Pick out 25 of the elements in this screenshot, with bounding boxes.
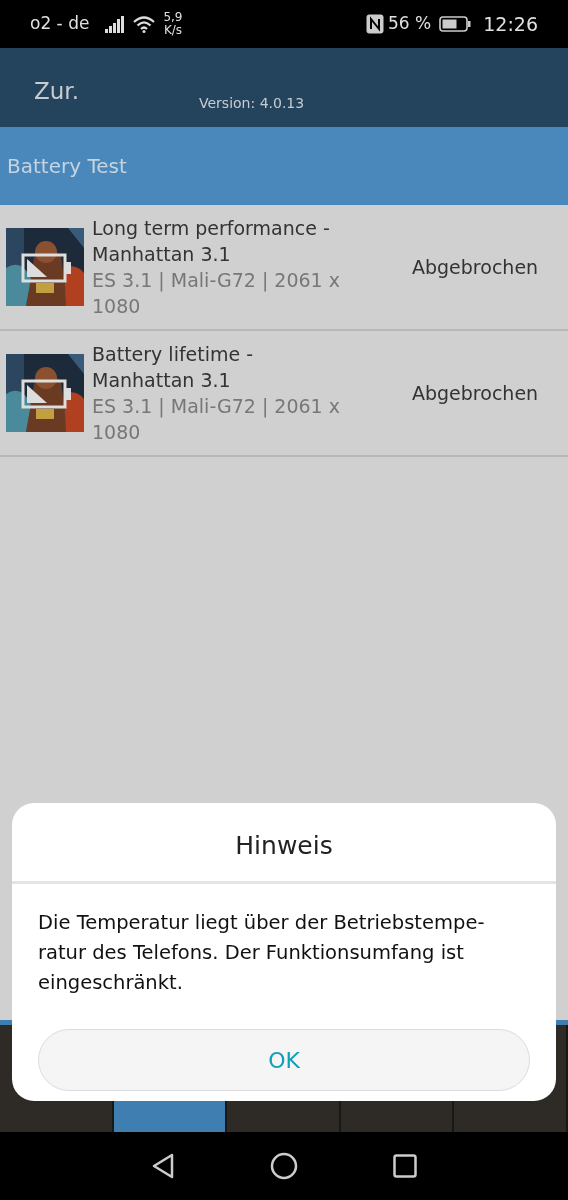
- back-link[interactable]: Zur.: [34, 48, 79, 127]
- test-title: Battery lifetime - Manhattan 3.1: [92, 342, 255, 393]
- wifi-icon: [133, 15, 156, 33]
- recent-apps-icon[interactable]: [393, 1154, 417, 1178]
- version-label: Version: 4.0.13: [199, 94, 305, 113]
- battery-icon: [21, 253, 73, 283]
- home-icon[interactable]: [270, 1152, 298, 1180]
- dialog-message: Die Temperatur liegt über der Betriebstempe-ratur des Telefons. Der Funktionsumfang ist eingeschränkt.: [38, 911, 485, 994]
- dialog-title: Hinweis: [235, 831, 333, 860]
- speed-unit: K/s: [163, 24, 183, 37]
- nfc-icon: [366, 14, 385, 34]
- battery-icon: [439, 16, 472, 32]
- test-details: ES 3.1 | Mali-G72 | 2061 x 1080: [92, 268, 341, 319]
- test-details: ES 3.1 | Mali-G72 | 2061 x 1080: [92, 394, 341, 445]
- battery-percent: 56 %: [388, 12, 432, 36]
- section-title: Battery Test: [7, 153, 127, 180]
- carrier-name: o2 - de: [30, 12, 90, 36]
- speed-value: 5,9: [163, 11, 183, 24]
- test-status: Abgebrochen: [412, 380, 540, 406]
- signal-icon: [105, 15, 126, 33]
- battery-icon: [21, 379, 73, 409]
- test-title: Long term performance - Manhattan 3.1: [92, 216, 331, 267]
- test-status: Abgebrochen: [412, 254, 540, 280]
- clock-time: 12:26: [483, 11, 538, 37]
- back-icon[interactable]: [151, 1153, 175, 1179]
